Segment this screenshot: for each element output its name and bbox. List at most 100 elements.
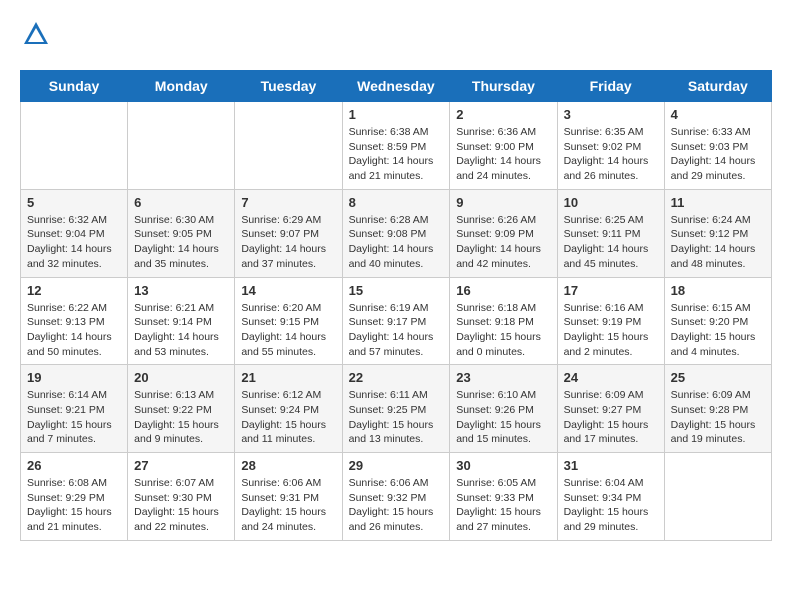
calendar-cell: 17 Sunrise: 6:16 AM Sunset: 9:19 PM Dayli… (557, 277, 664, 365)
day-number: 16 (456, 283, 550, 298)
calendar-cell: 31 Sunrise: 6:04 AM Sunset: 9:34 PM Dayli… (557, 453, 664, 541)
day-number: 31 (564, 458, 658, 473)
calendar-cell: 21Sunrise: 6:12 AM Sunset: 9:24 PM Dayli… (235, 365, 342, 453)
day-number: 24 (564, 370, 658, 385)
day-of-week-header: Tuesday (235, 71, 342, 102)
calendar-week-row: 26 Sunrise: 6:08 AM Sunset: 9:29 PM Dayli… (21, 453, 772, 541)
day-number: 21 (241, 370, 335, 385)
calendar-cell: 1 Sunrise: 6:38 AM Sunset: 8:59 PM Daylig… (342, 102, 450, 190)
day-number: 4 (671, 107, 765, 122)
calendar-cell (128, 102, 235, 190)
day-info: Sunrise: 6:14 AM Sunset: 9:21 PM Dayligh… (27, 388, 121, 447)
day-number: 2 (456, 107, 550, 122)
calendar-cell: 9 Sunrise: 6:26 AM Sunset: 9:09 PM Daylig… (450, 189, 557, 277)
calendar-cell: 6 Sunrise: 6:30 AM Sunset: 9:05 PM Daylig… (128, 189, 235, 277)
day-number: 18 (671, 283, 765, 298)
calendar-cell: 11 Sunrise: 6:24 AM Sunset: 9:12 PM Dayli… (664, 189, 771, 277)
calendar-week-row: 19 Sunrise: 6:14 AM Sunset: 9:21 PM Dayli… (21, 365, 772, 453)
day-info: Sunrise: 6:33 AM Sunset: 9:03 PM Dayligh… (671, 125, 765, 184)
day-number: 29 (349, 458, 444, 473)
day-number: 1 (349, 107, 444, 122)
calendar-cell: 26 Sunrise: 6:08 AM Sunset: 9:29 PM Dayli… (21, 453, 128, 541)
day-info: Sunrise: 6:28 AM Sunset: 9:08 PM Dayligh… (349, 213, 444, 272)
logo (20, 20, 50, 54)
day-info: Sunrise: 6:20 AM Sunset: 9:15 PM Dayligh… (241, 301, 335, 360)
day-number: 20 (134, 370, 228, 385)
day-number: 25 (671, 370, 765, 385)
calendar-cell: 16 Sunrise: 6:18 AM Sunset: 9:18 PM Dayli… (450, 277, 557, 365)
day-info: Sunrise: 6:13 AM Sunset: 9:22 PM Dayligh… (134, 388, 228, 447)
day-info: Sunrise: 6:06 AM Sunset: 9:31 PM Dayligh… (241, 476, 335, 535)
calendar-cell: 19 Sunrise: 6:14 AM Sunset: 9:21 PM Dayli… (21, 365, 128, 453)
calendar-cell: 4 Sunrise: 6:33 AM Sunset: 9:03 PM Daylig… (664, 102, 771, 190)
calendar-week-row: 1 Sunrise: 6:38 AM Sunset: 8:59 PM Daylig… (21, 102, 772, 190)
day-number: 27 (134, 458, 228, 473)
day-number: 26 (27, 458, 121, 473)
day-number: 3 (564, 107, 658, 122)
calendar-cell: 10Sunrise: 6:25 AM Sunset: 9:11 PM Dayli… (557, 189, 664, 277)
calendar-cell: 27 Sunrise: 6:07 AM Sunset: 9:30 PM Dayli… (128, 453, 235, 541)
calendar-cell: 18 Sunrise: 6:15 AM Sunset: 9:20 PM Dayli… (664, 277, 771, 365)
calendar-cell (21, 102, 128, 190)
day-info: Sunrise: 6:11 AM Sunset: 9:25 PM Dayligh… (349, 388, 444, 447)
day-info: Sunrise: 6:08 AM Sunset: 9:29 PM Dayligh… (27, 476, 121, 535)
day-info: Sunrise: 6:21 AM Sunset: 9:14 PM Dayligh… (134, 301, 228, 360)
day-info: Sunrise: 6:07 AM Sunset: 9:30 PM Dayligh… (134, 476, 228, 535)
calendar-cell: 14 Sunrise: 6:20 AM Sunset: 9:15 PM Dayli… (235, 277, 342, 365)
calendar-cell: 3 Sunrise: 6:35 AM Sunset: 9:02 PM Daylig… (557, 102, 664, 190)
day-info: Sunrise: 6:06 AM Sunset: 9:32 PM Dayligh… (349, 476, 444, 535)
day-info: Sunrise: 6:18 AM Sunset: 9:18 PM Dayligh… (456, 301, 550, 360)
calendar-cell: 23Sunrise: 6:10 AM Sunset: 9:26 PM Dayli… (450, 365, 557, 453)
day-info: Sunrise: 6:16 AM Sunset: 9:19 PM Dayligh… (564, 301, 658, 360)
calendar-cell: 13Sunrise: 6:21 AM Sunset: 9:14 PM Dayli… (128, 277, 235, 365)
calendar-cell: 28 Sunrise: 6:06 AM Sunset: 9:31 PM Dayli… (235, 453, 342, 541)
day-number: 8 (349, 195, 444, 210)
day-number: 19 (27, 370, 121, 385)
day-info: Sunrise: 6:09 AM Sunset: 9:28 PM Dayligh… (671, 388, 765, 447)
day-info: Sunrise: 6:04 AM Sunset: 9:34 PM Dayligh… (564, 476, 658, 535)
day-info: Sunrise: 6:24 AM Sunset: 9:12 PM Dayligh… (671, 213, 765, 272)
day-number: 6 (134, 195, 228, 210)
day-of-week-header: Thursday (450, 71, 557, 102)
day-number: 7 (241, 195, 335, 210)
day-of-week-header: Wednesday (342, 71, 450, 102)
day-info: Sunrise: 6:10 AM Sunset: 9:26 PM Dayligh… (456, 388, 550, 447)
day-number: 12 (27, 283, 121, 298)
calendar-cell (664, 453, 771, 541)
calendar-cell: 25 Sunrise: 6:09 AM Sunset: 9:28 PM Dayli… (664, 365, 771, 453)
calendar-header-row: SundayMondayTuesdayWednesdayThursdayFrid… (21, 71, 772, 102)
day-number: 5 (27, 195, 121, 210)
day-info: Sunrise: 6:26 AM Sunset: 9:09 PM Dayligh… (456, 213, 550, 272)
calendar-cell: 5Sunrise: 6:32 AM Sunset: 9:04 PM Daylig… (21, 189, 128, 277)
calendar-cell: 12 Sunrise: 6:22 AM Sunset: 9:13 PM Dayli… (21, 277, 128, 365)
day-number: 17 (564, 283, 658, 298)
day-info: Sunrise: 6:36 AM Sunset: 9:00 PM Dayligh… (456, 125, 550, 184)
logo-icon (22, 20, 50, 48)
day-info: Sunrise: 6:15 AM Sunset: 9:20 PM Dayligh… (671, 301, 765, 360)
calendar-cell (235, 102, 342, 190)
calendar-cell: 15Sunrise: 6:19 AM Sunset: 9:17 PM Dayli… (342, 277, 450, 365)
day-number: 14 (241, 283, 335, 298)
calendar-cell: 20 Sunrise: 6:13 AM Sunset: 9:22 PM Dayli… (128, 365, 235, 453)
day-info: Sunrise: 6:25 AM Sunset: 9:11 PM Dayligh… (564, 213, 658, 272)
day-number: 28 (241, 458, 335, 473)
day-number: 22 (349, 370, 444, 385)
day-number: 15 (349, 283, 444, 298)
day-info: Sunrise: 6:30 AM Sunset: 9:05 PM Dayligh… (134, 213, 228, 272)
day-info: Sunrise: 6:38 AM Sunset: 8:59 PM Dayligh… (349, 125, 444, 184)
day-info: Sunrise: 6:35 AM Sunset: 9:02 PM Dayligh… (564, 125, 658, 184)
day-info: Sunrise: 6:05 AM Sunset: 9:33 PM Dayligh… (456, 476, 550, 535)
page-header (20, 20, 772, 54)
calendar-cell: 2 Sunrise: 6:36 AM Sunset: 9:00 PM Daylig… (450, 102, 557, 190)
calendar-cell: 8 Sunrise: 6:28 AM Sunset: 9:08 PM Daylig… (342, 189, 450, 277)
calendar-cell: 29 Sunrise: 6:06 AM Sunset: 9:32 PM Dayli… (342, 453, 450, 541)
calendar-cell: 7Sunrise: 6:29 AM Sunset: 9:07 PM Daylig… (235, 189, 342, 277)
calendar: SundayMondayTuesdayWednesdayThursdayFrid… (20, 70, 772, 541)
calendar-week-row: 12 Sunrise: 6:22 AM Sunset: 9:13 PM Dayli… (21, 277, 772, 365)
day-info: Sunrise: 6:22 AM Sunset: 9:13 PM Dayligh… (27, 301, 121, 360)
day-number: 30 (456, 458, 550, 473)
day-number: 11 (671, 195, 765, 210)
day-number: 9 (456, 195, 550, 210)
calendar-week-row: 5Sunrise: 6:32 AM Sunset: 9:04 PM Daylig… (21, 189, 772, 277)
day-of-week-header: Monday (128, 71, 235, 102)
